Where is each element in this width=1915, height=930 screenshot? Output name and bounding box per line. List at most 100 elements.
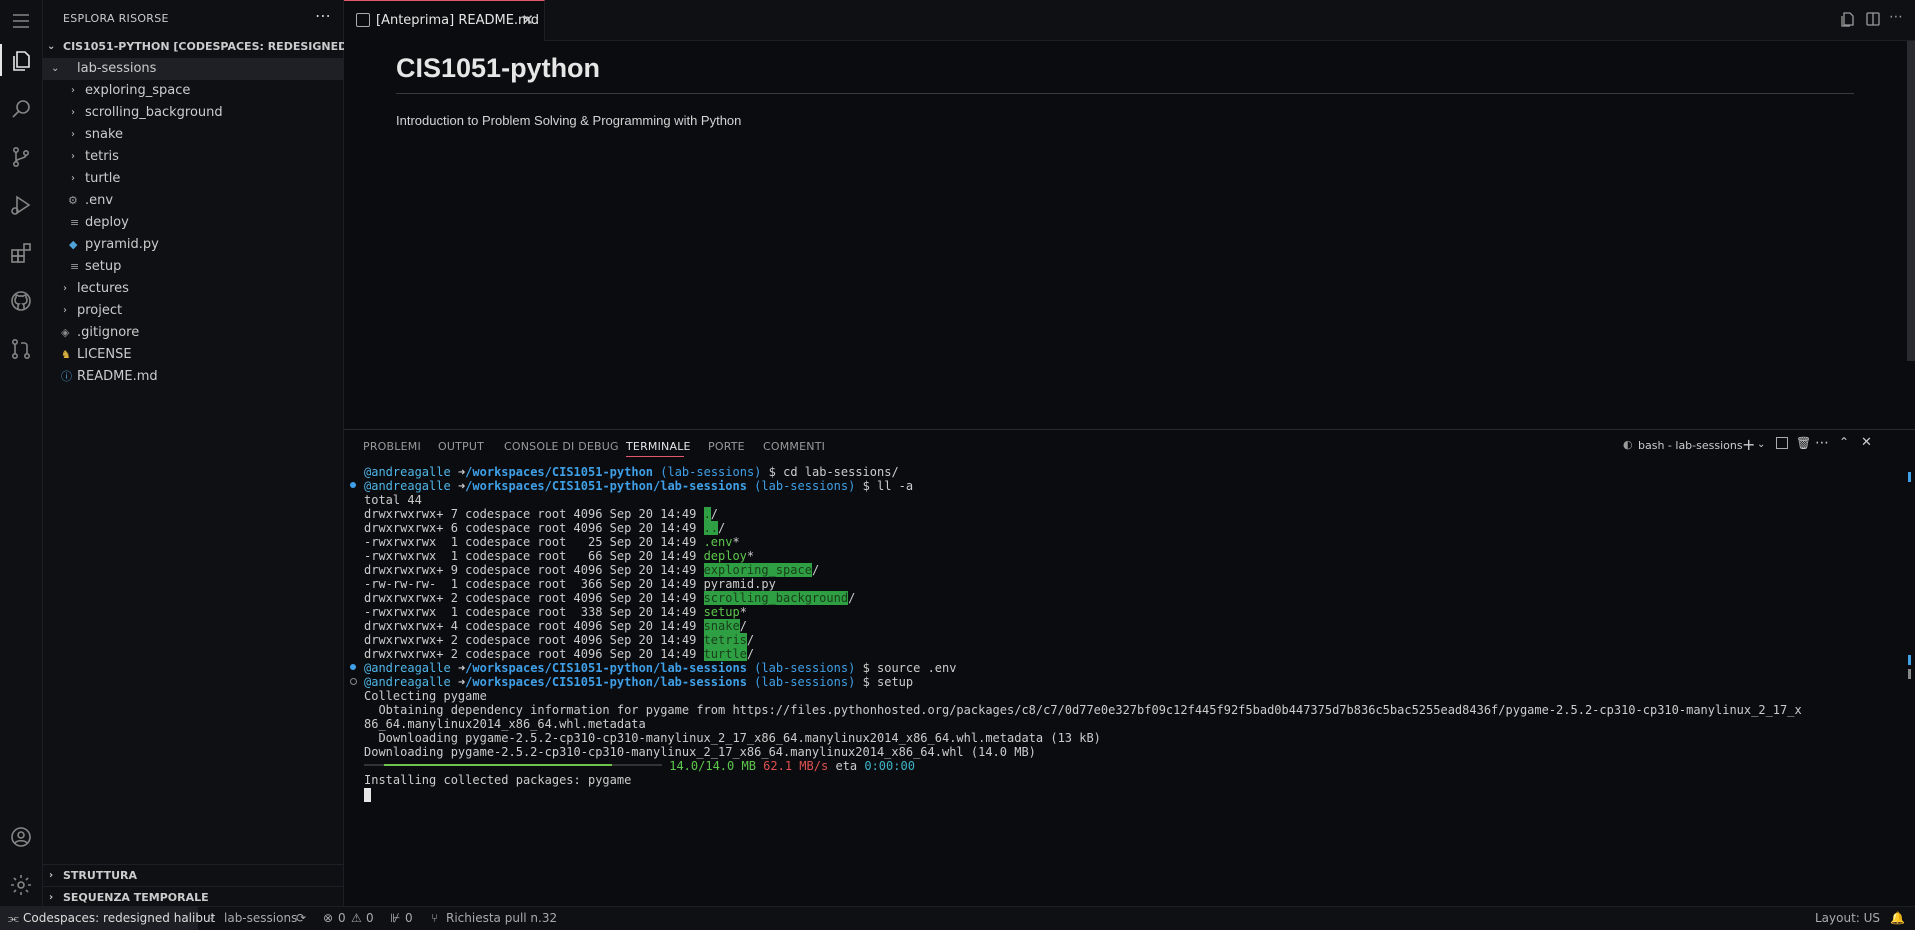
explorer-icon[interactable]: [6, 46, 36, 76]
listing-suffix: /: [739, 619, 747, 633]
progress-size: 14.0/14.0 MB: [669, 759, 756, 773]
chevron-right-icon: ›: [49, 870, 54, 881]
more-actions-icon[interactable]: ⋯: [315, 6, 331, 25]
close-panel-icon[interactable]: ✕: [1861, 435, 1872, 450]
tree-folder-lab-sessions[interactable]: ⌄ lab-sessions: [43, 58, 343, 80]
prompt-user: @andreagalle: [364, 479, 451, 493]
editor-tab-bar: [Anteprima] README.md ✕ ⋯: [344, 0, 1915, 41]
settings-gear-icon[interactable]: [6, 870, 36, 900]
listing-meta: drwxrwxrwx+ 6 codespace root 4096 Sep 20…: [364, 521, 704, 535]
open-source-icon[interactable]: [1840, 11, 1856, 27]
tree-label: turtle: [85, 171, 121, 186]
listing-suffix: /: [746, 633, 755, 647]
tree-file-env[interactable]: ⚙ .env: [43, 190, 343, 212]
preview-scrollbar[interactable]: [1907, 41, 1915, 361]
chevron-right-icon: ›: [71, 107, 75, 118]
split-editor-icon[interactable]: [1865, 11, 1881, 27]
remote-label: Codespaces: redesigned halibut: [23, 911, 216, 925]
terminal-icon: ◐: [1623, 438, 1633, 451]
github-icon[interactable]: [6, 286, 36, 316]
listing-name: turtle: [703, 647, 747, 661]
chevron-right-icon: ›: [63, 305, 67, 316]
listing-name: setup: [703, 605, 740, 619]
notifications-icon[interactable]: 🔔: [1890, 911, 1905, 925]
heading-divider: [396, 93, 1854, 94]
prompt-user: @andreagalle: [364, 661, 451, 675]
maximize-panel-icon[interactable]: ⌃: [1839, 435, 1849, 449]
command-success-dot: [350, 482, 356, 488]
trash-icon[interactable]: 🗑: [1796, 436, 1811, 450]
command: $ source .env: [862, 661, 957, 675]
tree-file-pyramid[interactable]: ◆ pyramid.py: [43, 234, 343, 256]
prompt-branch: (lab-sessions): [754, 675, 856, 689]
tree-folder-tetris[interactable]: › tetris: [43, 146, 343, 168]
workspace-root[interactable]: ⌄ CIS1051-PYTHON [CODESPACES: REDESIGNED…: [43, 36, 392, 58]
more-actions-icon[interactable]: ⋯: [1889, 10, 1905, 27]
tree-label: setup: [85, 259, 122, 274]
tab-ports[interactable]: PORTE: [708, 440, 745, 453]
account-icon[interactable]: [6, 822, 36, 852]
terminal-instance-label[interactable]: bash - lab-sessions: [1638, 439, 1743, 452]
listing-meta: drwxrwxrwx+ 4 codespace root 4096 Sep 20…: [364, 619, 704, 633]
extensions-icon[interactable]: [6, 238, 36, 268]
tab-problems[interactable]: PROBLEMI: [363, 440, 421, 453]
chevron-right-icon: ›: [63, 283, 67, 294]
command-running-dot: [350, 678, 357, 685]
pull-requests-icon[interactable]: [6, 334, 36, 364]
menu-icon[interactable]: [6, 6, 36, 36]
tab-terminal[interactable]: TERMINALE: [626, 440, 691, 453]
listing-suffix: /: [746, 647, 755, 661]
tree-folder-exploring-space[interactable]: › exploring_space: [43, 80, 343, 102]
tab-readme-preview[interactable]: [Anteprima] README.md ✕: [344, 0, 545, 41]
tree-file-readme[interactable]: ⓘ README.md: [43, 366, 343, 388]
prompt-branch: (lab-sessions): [660, 465, 762, 479]
tree-label: lectures: [77, 281, 129, 296]
activity-bar: [0, 0, 43, 906]
branch-label[interactable]: lab-sessions: [224, 911, 297, 925]
tree-folder-lectures[interactable]: › lectures: [43, 278, 343, 300]
tree-folder-project[interactable]: › project: [43, 300, 343, 322]
outline-section[interactable]: › STRUTTURA: [43, 864, 343, 887]
tab-debug-console[interactable]: CONSOLE DI DEBUG: [504, 440, 619, 453]
command: $ cd lab-sessions/: [768, 465, 899, 479]
listing-meta: -rwxrwxrwx 1 codespace root 25 Sep 20 14…: [364, 535, 704, 549]
tree-folder-scrolling-background[interactable]: › scrolling_background: [43, 102, 343, 124]
terminal-cursor: [364, 787, 371, 802]
tree-file-gitignore[interactable]: ◈ .gitignore: [43, 322, 343, 344]
errors-count[interactable]: 0: [338, 911, 346, 925]
split-terminal-icon[interactable]: [1776, 437, 1788, 449]
keyboard-layout[interactable]: Layout: US: [1815, 911, 1880, 925]
markdown-preview: CIS1051-python Introduction to Problem S…: [344, 41, 1915, 428]
chevron-down-icon: ⌄: [51, 63, 60, 74]
text-file-icon: ≡: [70, 260, 80, 273]
chevron-down-icon[interactable]: ⌄: [1757, 439, 1765, 450]
listing-name: tetris: [703, 633, 747, 647]
listing-suffix: *: [746, 549, 755, 563]
sync-icon[interactable]: ⟳: [296, 911, 306, 925]
tab-output[interactable]: OUTPUT: [438, 440, 484, 453]
tree-file-license[interactable]: ♞ LICENSE: [43, 344, 343, 366]
remote-icon: ⫘: [8, 911, 19, 925]
listing-suffix: /: [848, 591, 856, 605]
tree-label: exploring_space: [85, 83, 191, 98]
tree-folder-turtle[interactable]: › turtle: [43, 168, 343, 190]
tree-file-deploy[interactable]: ≡ deploy: [43, 212, 343, 234]
tree-folder-snake[interactable]: › snake: [43, 124, 343, 146]
close-icon[interactable]: ✕: [521, 11, 534, 29]
tab-comments[interactable]: COMMENTI: [763, 440, 825, 453]
remote-indicator[interactable]: ⫘ Codespaces: redesigned halibut: [0, 907, 215, 930]
search-icon[interactable]: [6, 94, 36, 124]
tree-label: lab-sessions: [77, 61, 157, 76]
tree-file-setup[interactable]: ≡ setup: [43, 256, 343, 278]
more-actions-icon[interactable]: ⋯: [1815, 435, 1829, 451]
gear-file-icon: ⚙: [68, 194, 78, 207]
new-terminal-icon[interactable]: +: [1742, 435, 1755, 454]
warnings-count[interactable]: 0: [366, 911, 374, 925]
source-control-icon[interactable]: [6, 142, 36, 172]
branch-icon: ⑂: [208, 911, 216, 925]
pull-request-label[interactable]: Richiesta pull n.32: [446, 911, 557, 925]
ports-count[interactable]: 0: [405, 911, 413, 925]
run-debug-icon[interactable]: [6, 190, 36, 220]
explorer-title: ESPLORA RISORSE: [63, 12, 169, 25]
errors-icon: ⊗: [323, 911, 334, 925]
